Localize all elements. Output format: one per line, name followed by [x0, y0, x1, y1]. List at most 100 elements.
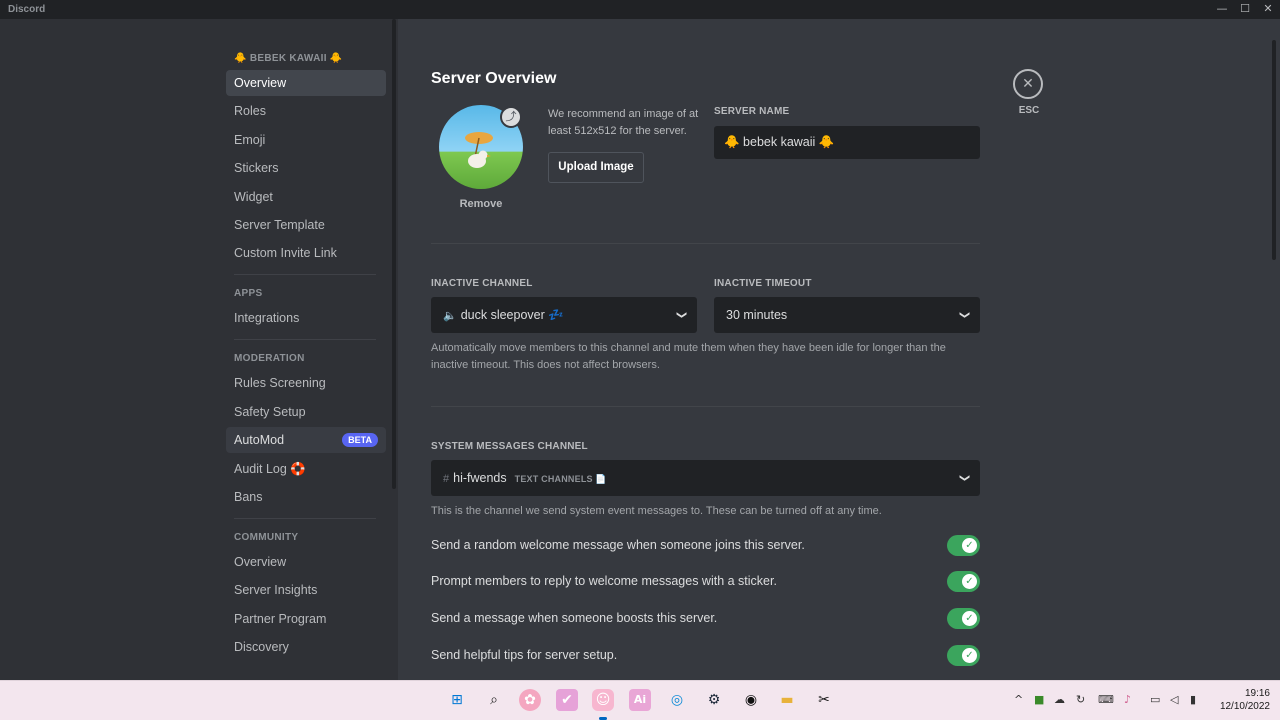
nav-divider [234, 274, 376, 276]
folder-icon[interactable]: ▬ [776, 689, 798, 711]
obs-icon[interactable]: ◉ [740, 689, 762, 711]
close-icon[interactable]: ✕ [1013, 69, 1043, 99]
nav-item-audit-log[interactable]: Audit Log 🛟 [226, 456, 386, 482]
toggle-row-tips: Send helpful tips for server setup. ✓ [431, 645, 980, 667]
system-help-text: This is the channel we send system event… [431, 505, 882, 517]
system-channel-select[interactable]: # hi-fwends TEXT CHANNELS 📄 ❯ [431, 460, 980, 496]
sidebar-scrollbar-thumb[interactable] [392, 19, 396, 489]
nav-item-emoji[interactable]: Emoji [226, 127, 386, 153]
system-channel-value: hi-fwends [453, 471, 507, 485]
inactive-channel-value: duck sleepover 💤 [460, 308, 564, 322]
inactive-channel-select[interactable]: 🔈 duck sleepover 💤 ❯ [431, 297, 697, 333]
remove-icon-link[interactable]: Remove [439, 198, 523, 210]
toggle-label-sticker: Prompt members to reply to welcome messa… [431, 574, 777, 588]
channel-category-tag: TEXT CHANNELS 📄 [514, 474, 607, 484]
nav-item-roles[interactable]: Roles [226, 98, 386, 124]
nav-item-rules-screening[interactable]: Rules Screening [226, 370, 386, 396]
nav-item-widget[interactable]: Widget [226, 184, 386, 210]
image-edit-icon[interactable]: ⤴ [500, 106, 522, 128]
nvidia-icon[interactable]: ■ [1034, 693, 1044, 706]
content-scrollbar-thumb[interactable] [1272, 40, 1276, 260]
section-divider [431, 243, 980, 244]
nav-item-server-template[interactable]: Server Template [226, 212, 386, 238]
nav-item-automod[interactable]: AutoMod BETA [226, 427, 386, 454]
ai-app-icon[interactable]: Ai [629, 689, 651, 711]
pink-app-icon[interactable]: ✿ [519, 689, 541, 711]
inactive-timeout-select[interactable]: 30 minutes ❯ [714, 297, 980, 333]
maximize-icon[interactable]: ☐ [1238, 2, 1252, 16]
nav-item-integrations[interactable]: Integrations [226, 305, 386, 331]
chevron-down-icon: ❯ [675, 310, 687, 320]
os-taskbar: ⊞ ⌕ ✿ ✔ ☺ Ai ◎ ⚙ ◉ ▬ ✂ ^ ■ ☁ ↻ ⌨ ♪ ▭ ◁ ▮… [0, 680, 1280, 720]
cloud-icon[interactable]: ☁ [1054, 693, 1065, 706]
toggle-row-sticker: Prompt members to reply to welcome messa… [431, 571, 980, 593]
nav-divider [234, 339, 376, 341]
system-channel-label: SYSTEM MESSAGES CHANNEL [431, 441, 588, 452]
minimize-icon[interactable]: — [1215, 2, 1229, 16]
close-settings[interactable]: ✕ ESC [1013, 69, 1045, 116]
welcome-toggle[interactable]: ✓ [947, 535, 980, 556]
nav-divider [234, 517, 376, 519]
nav-item-overview[interactable]: Overview [226, 70, 386, 96]
check-icon: ✓ [962, 538, 977, 553]
pink-app-2-icon[interactable]: ✔ [556, 689, 578, 711]
page-title: Server Overview [431, 70, 557, 87]
nav-item-custom-invite-link[interactable]: Custom Invite Link [226, 240, 386, 266]
moderation-header: MODERATION [234, 353, 305, 365]
check-icon: ✓ [962, 648, 977, 663]
windows-start-icon[interactable]: ⊞ [446, 689, 468, 711]
toggle-label-tips: Send helpful tips for server setup. [431, 648, 618, 662]
check-icon: ✓ [962, 611, 977, 626]
nav-item-bans[interactable]: Bans [226, 484, 386, 510]
battery-icon[interactable]: ▮ [1190, 693, 1196, 706]
chevron-down-icon: ❯ [958, 473, 970, 483]
inactive-timeout-label: INACTIVE TIMEOUT [714, 278, 812, 289]
nav-item-server-insights[interactable]: Server Insights [226, 577, 386, 603]
server-name-input[interactable]: 🐥 bebek kawaii 🐥 [714, 126, 980, 159]
beta-badge: BETA [342, 433, 378, 448]
speaker-icon: 🔈 [443, 310, 457, 322]
title-bar: Discord — ☐ ✕ [0, 0, 1280, 19]
nav-item-discovery[interactable]: Discovery [226, 634, 386, 660]
inactive-timeout-value: 30 minutes [726, 308, 788, 322]
nav-item-community-overview[interactable]: Overview [226, 549, 386, 575]
nav-item-stickers[interactable]: Stickers [226, 155, 386, 181]
nav-item-automod-label: AutoMod [234, 433, 285, 448]
sticker-reply-toggle[interactable]: ✓ [947, 571, 980, 592]
inactive-help-text: Automatically move members to this chann… [431, 342, 946, 371]
toggle-row-welcome: Send a random welcome message when someo… [431, 535, 980, 557]
nav-item-safety-setup[interactable]: Safety Setup [226, 399, 386, 425]
close-window-icon[interactable]: ✕ [1261, 2, 1275, 16]
boost-message-toggle[interactable]: ✓ [947, 608, 980, 629]
nav-item-partner-program[interactable]: Partner Program [226, 606, 386, 632]
apps-header: APPS [234, 288, 263, 300]
network-icon[interactable]: ▭ [1150, 693, 1160, 706]
hash-icon: # [443, 473, 450, 485]
clock-date: 12/10/2022 [1219, 701, 1270, 712]
community-header: COMMUNITY [234, 531, 299, 543]
edge-icon[interactable]: ◎ [666, 689, 688, 711]
setup-tips-toggle[interactable]: ✓ [947, 645, 980, 666]
toggle-row-boost: Send a message when someone boosts this … [431, 608, 980, 630]
icon-recommendation-text: We recommend an image of at least 512x51… [548, 108, 699, 137]
capcut-icon[interactable]: ✂ [813, 689, 835, 711]
microphone-icon[interactable]: ♪ [1124, 693, 1131, 706]
check-icon: ✓ [962, 574, 977, 589]
toggle-label-boost: Send a message when someone boosts this … [431, 611, 718, 625]
volume-icon[interactable]: ◁ [1170, 693, 1178, 706]
steam-icon[interactable]: ⚙ [703, 689, 725, 711]
search-icon[interactable]: ⌕ [483, 689, 505, 711]
esc-label: ESC [1018, 105, 1040, 116]
inactive-channel-label: INACTIVE CHANNEL [431, 278, 533, 289]
section-divider [431, 406, 980, 407]
upload-image-button[interactable]: Upload Image [548, 152, 644, 183]
sync-icon[interactable]: ↻ [1076, 693, 1085, 706]
toggle-label-welcome: Send a random welcome message when someo… [431, 538, 805, 552]
server-name-header: 🐥 BEBEK KAWAII 🐥 [234, 53, 343, 64]
chevron-up-icon[interactable]: ^ [1014, 693, 1023, 706]
server-name-label: SERVER NAME [714, 106, 790, 117]
keyboard-icon[interactable]: ⌨ [1098, 693, 1114, 706]
discord-icon[interactable]: ☺ [592, 689, 614, 711]
clock-time: 19:16 [1244, 688, 1270, 699]
taskbar-clock[interactable]: 19:16 12/10/2022 [1220, 687, 1270, 713]
